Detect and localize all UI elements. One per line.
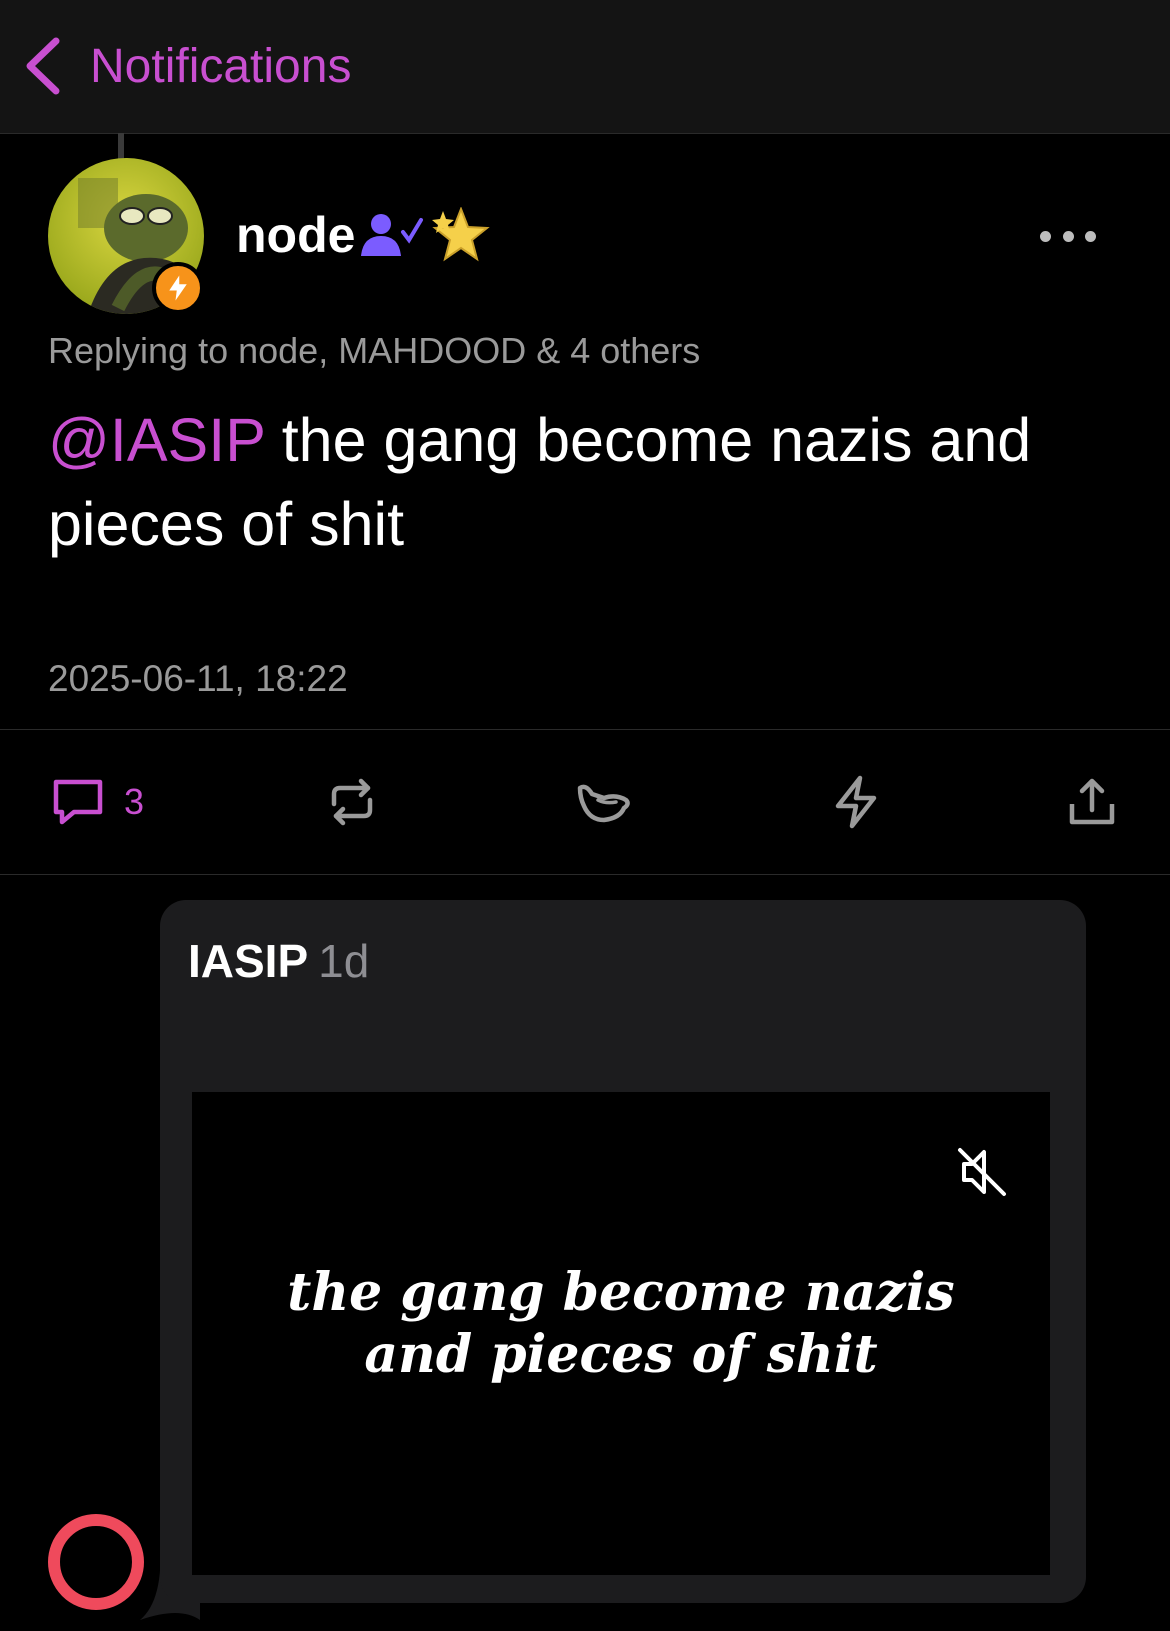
following-icon	[361, 214, 424, 256]
repost-button[interactable]	[324, 774, 380, 830]
author-name[interactable]: node	[236, 206, 355, 264]
divider	[0, 874, 1170, 875]
quote-author[interactable]: IASIP	[188, 934, 308, 988]
reply-context: Replying to node, MAHDOOD & 4 others	[48, 330, 701, 371]
quote-age: 1d	[318, 935, 370, 987]
caption-line-2: and pieces of shit	[364, 1324, 878, 1385]
share-button[interactable]	[1064, 774, 1120, 830]
mention-link[interactable]: @IASIP	[48, 406, 265, 474]
share-icon	[1069, 778, 1115, 825]
zap-icon	[835, 775, 877, 829]
verified-star-icon	[432, 207, 491, 262]
post-timestamp: 2025-06-11, 18:22	[48, 658, 348, 699]
record-button[interactable]	[48, 1514, 144, 1610]
reply-button[interactable]: 3	[50, 774, 144, 830]
zap-badge-icon	[152, 262, 204, 314]
shaka-icon	[577, 784, 630, 823]
repost-icon	[331, 778, 373, 826]
video-player[interactable]: the gang become nazis and pieces of shit	[192, 1092, 1050, 1575]
navigation-bar: Notifications	[0, 0, 1170, 134]
author-row: node	[236, 206, 491, 264]
quoted-post[interactable]: IASIP 1d the gang become nazis and piece…	[160, 900, 1086, 1603]
comment-icon	[53, 779, 103, 825]
muted-speaker-icon[interactable]	[954, 1144, 1010, 1200]
react-button[interactable]	[576, 774, 632, 830]
quote-header: IASIP 1d	[188, 934, 369, 988]
zap-button[interactable]	[828, 774, 884, 830]
back-button[interactable]: Notifications	[22, 28, 351, 104]
action-bar: 3	[0, 730, 1170, 874]
caption-line-1: the gang become nazis	[287, 1262, 955, 1323]
video-caption: the gang become nazis and pieces of shit	[192, 1262, 1050, 1386]
chevron-left-icon	[26, 37, 60, 95]
more-options-icon[interactable]	[1040, 220, 1096, 252]
post-content: @IASIP the gang become nazis and pieces …	[48, 398, 1128, 566]
reply-count: 3	[124, 781, 145, 822]
back-label: Notifications	[90, 39, 352, 93]
